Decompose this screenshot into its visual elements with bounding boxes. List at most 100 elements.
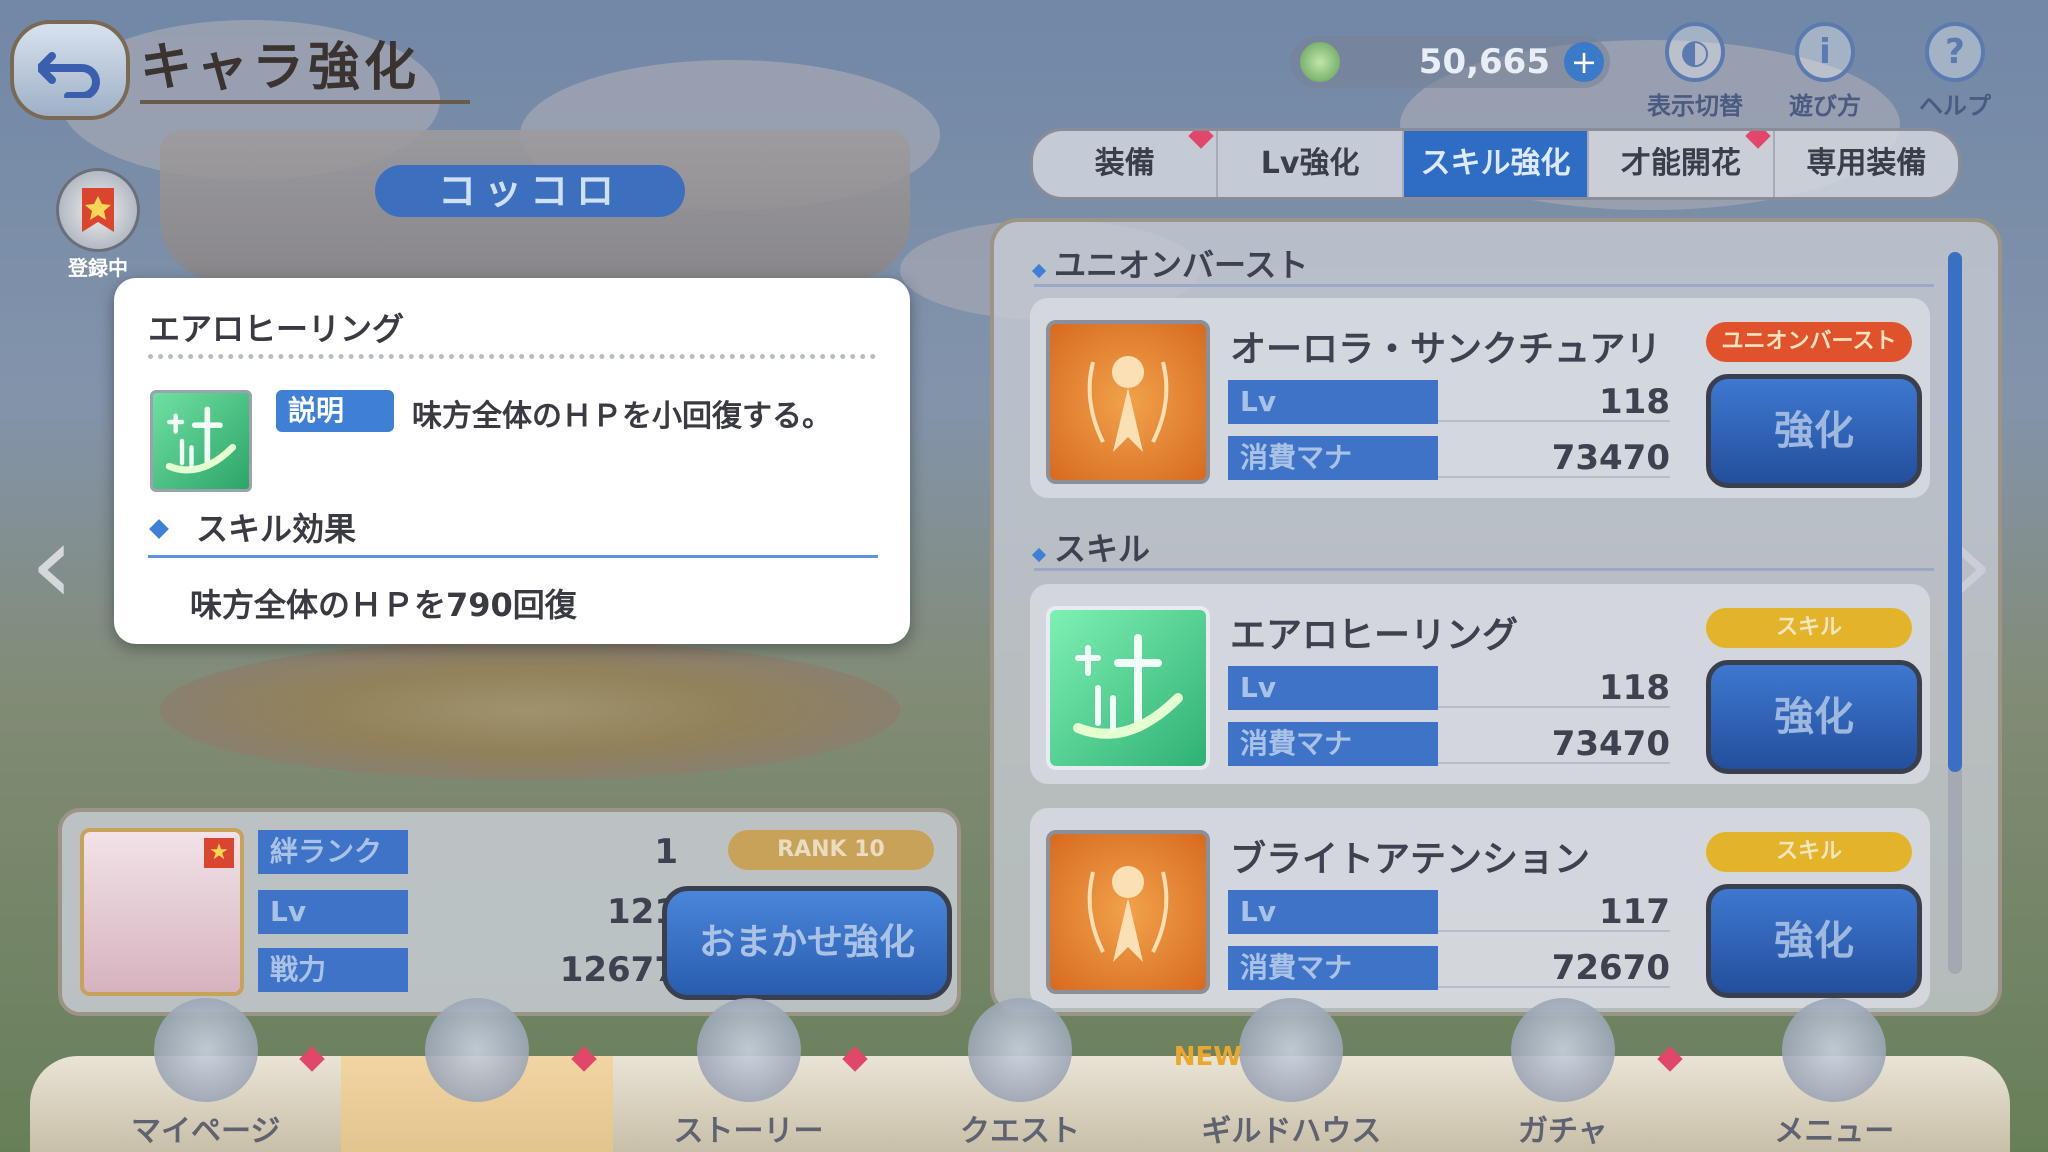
nav-story[interactable]: ストーリー [613,998,884,1152]
bottom-navigation: マイページ ストーリー クエスト NEW ギルドハウス ガチャ メニュー [30,998,2010,1152]
bond-rank-label: 絆ランク [258,830,408,874]
skill-heading: スキル [1031,524,1151,570]
add-currency-button[interactable]: + [1564,42,1604,82]
nav-my-page[interactable]: マイページ [70,998,341,1152]
skill-name: エアロヒーリング [1230,615,1519,656]
auto-enhance-button[interactable]: おまかせ強化 [662,886,952,1000]
tab-equipment[interactable]: 装備 [1033,131,1219,197]
tab-equipment-label: 装備 [1094,146,1155,181]
skill-effect-heading: スキル効果 [149,504,356,550]
dotted-divider [148,354,876,359]
mana-cost-value: 73470 [1551,724,1670,764]
character-portrait[interactable]: ★ [80,828,244,996]
power-label: 戦力 [258,948,408,992]
skill-list-scrollbar[interactable] [1948,252,1962,974]
nav-label: メニュー [1774,1114,1895,1149]
my-page-icon [153,998,258,1102]
skill-card: エアロヒーリング Lv 118 消費マナ 73470 スキル 強化 [1030,584,1930,784]
enhance-tabs: 装備 Lv強化 スキル強化 才能開花 専用装備 [1030,128,1961,200]
previous-character-arrow-icon[interactable]: ‹ [30,500,74,628]
skill-type-badge: スキル [1706,832,1912,872]
toggle-display-button[interactable]: ◐ 表示切替 [1640,22,1750,121]
description-text: 味方全体のＨＰを小回復する。 [412,399,832,434]
new-badge: NEW [1173,1042,1242,1072]
nav-character[interactable] [341,998,613,1152]
skill-card: オーロラ・サンクチュアリ Lv 118 消費マナ 73470 ユニオンバースト 強化 [1030,298,1930,498]
tab-talent-bloom[interactable]: 才能開花 [1589,131,1775,197]
nav-label: ギルドハウス [1201,1114,1382,1149]
mana-cost-label: 消費マナ [1228,436,1438,480]
help-button[interactable]: ? ヘルプ [1900,22,2010,121]
union-burst-heading-text: ユニオンバースト [1054,246,1309,284]
skill-type-badge: スキル [1706,608,1912,648]
favorite-button[interactable]: 登録中 [55,168,141,280]
tab-unique-equipment-label: 専用装備 [1806,146,1927,181]
gacha-icon [1510,998,1615,1102]
effect-divider [148,555,878,558]
tab-level-up-label: Lv強化 [1260,146,1360,181]
nav-quest[interactable]: クエスト [884,998,1155,1152]
tab-unique-equipment[interactable]: 専用装備 [1775,131,1958,197]
mana-cost-value: 72670 [1551,948,1670,988]
info-icon: i [1795,22,1855,82]
skill-lv-value: 118 [1599,382,1670,422]
rank-badge: RANK 10 [728,830,934,870]
mana-currency-display: 50,665 + [1290,36,1610,88]
aero-healing-skill-icon [150,390,252,492]
skill-detail-popup[interactable]: エアロヒーリング 説明 味方全体のＨＰを小回復する。 スキル効果 味方全体のＨＰ… [114,278,910,644]
notification-badge-icon [1188,131,1215,149]
how-to-play-label: 遊び方 [1789,92,1861,120]
skill-name: オーロラ・サンクチュアリ [1230,329,1662,370]
tab-skill-enhance-label: スキル強化 [1420,146,1571,181]
power-value: 12677 [559,950,678,990]
skill-lv-label: Lv [1228,380,1438,424]
scrollbar-thumb[interactable] [1948,252,1962,772]
description-badge: 説明 [276,390,394,432]
skill-heading-text: スキル [1054,530,1151,568]
skill-card: ブライトアテンション Lv 117 消費マナ 72670 スキル 強化 [1030,808,1930,1008]
guild-house-icon [1239,998,1344,1102]
character-summary-panel: ★ 絆ランク 1 Lv 121 戦力 12677 RANK 10 おまかせ強化 [58,808,961,1016]
nav-guild-house[interactable]: NEW ギルドハウス [1156,998,1427,1152]
nav-menu[interactable]: メニュー [1699,998,1970,1152]
nav-label: ストーリー [673,1114,824,1149]
tab-skill-enhance[interactable]: スキル強化 [1403,131,1590,197]
enhance-button[interactable]: 強化 [1706,374,1922,488]
skill-list-panel: ユニオンバースト オーロラ・サンクチュアリ Lv 118 消費マナ 73470 ユニ… [990,218,2002,1016]
diamond-bullet-icon [149,519,169,539]
union-burst-badge: ユニオンバースト [1706,322,1912,362]
mana-cost-label: 消費マナ [1228,946,1438,990]
nav-label: クエスト [959,1114,1080,1149]
tab-level-up[interactable]: Lv強化 [1218,131,1404,197]
skill-lv-value: 118 [1599,668,1670,708]
enhance-button[interactable]: 強化 [1706,660,1922,774]
character-icon [425,998,530,1102]
bond-rank-value: 1 [654,832,678,872]
mana-amount: 50,665 [1418,42,1550,82]
skill-lv-label: Lv [1228,666,1438,710]
character-name: コッコロ [375,165,685,217]
popup-skill-title: エアロヒーリング [148,310,405,348]
aero-healing-skill-icon[interactable] [1046,606,1210,770]
level-label: Lv [258,890,408,934]
sword-icon [967,998,1072,1102]
skill-name: ブライトアテンション [1230,839,1591,880]
mana-cost-label: 消費マナ [1228,722,1438,766]
toggle-display-label: 表示切替 [1647,92,1743,120]
skill-lv-value: 117 [1599,892,1670,932]
skill-lv-label: Lv [1228,890,1438,934]
mana-cost-value: 73470 [1551,438,1670,478]
scroll-icon [696,998,801,1102]
nav-label: ガチャ [1517,1114,1608,1149]
page-title: キャラ強化 [140,25,471,104]
aurora-sanctuary-skill-icon[interactable] [1046,320,1210,484]
nav-gacha[interactable]: ガチャ [1427,998,1698,1152]
help-label: ヘルプ [1919,92,1991,120]
star-icon: ★ [204,838,234,868]
back-button[interactable] [10,20,130,120]
nav-label: マイページ [131,1114,281,1149]
bright-attention-skill-icon[interactable] [1046,830,1210,994]
how-to-play-button[interactable]: i 遊び方 [1770,22,1880,121]
back-arrow-icon [38,52,100,98]
enhance-button[interactable]: 強化 [1706,884,1922,998]
